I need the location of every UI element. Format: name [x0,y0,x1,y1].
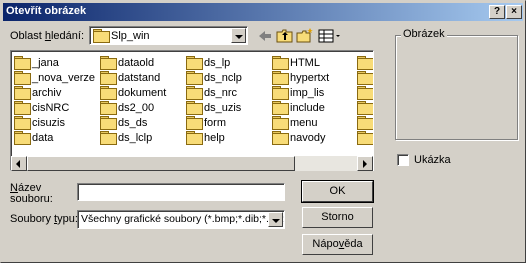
file-list[interactable]: _jana _nova_verze archiv cisNRC cisuzis … [10,50,374,171]
folder-icon [14,71,31,85]
file-type-value: Všechny grafické soubory (*.bmp;*.dib;*.… [81,213,285,225]
folder-icon [100,131,117,145]
folder-icon [93,29,110,43]
folder-icon [272,56,289,70]
title-bar: Otevřít obrázek ? × [3,3,523,21]
chevron-down-icon[interactable] [268,212,283,227]
look-in-value: Slp_win [111,30,150,42]
view-menu-icon[interactable] [318,27,342,45]
list-item[interactable]: HTML [272,56,320,71]
help-button[interactable]: Nápověda [302,234,373,255]
list-item[interactable]: p [357,56,373,71]
file-name-label: Název souboru: [10,182,53,205]
look-in-label: Oblast hledání: [10,30,85,42]
list-item[interactable]: hypertxt [272,71,329,86]
list-item[interactable]: _jana [14,56,59,71]
list-item[interactable]: _nova_verze [14,71,95,86]
preview-checkbox[interactable] [397,154,409,166]
folder-icon [14,86,31,100]
folder-icon [357,101,373,115]
list-item[interactable]: cisNRC [14,101,69,116]
folder-icon [357,131,373,145]
scroll-right-icon[interactable] [357,156,373,171]
up-folder-icon[interactable] [276,27,294,45]
folder-icon [272,71,289,85]
folder-icon [272,101,289,115]
list-item[interactable]: cisuzis [14,116,65,131]
folder-icon [186,101,203,115]
ok-button[interactable]: OK [301,180,374,203]
cancel-button[interactable]: Storno [302,207,373,228]
open-image-dialog: Otevřít obrázek ? × Oblast hledání: Slp_… [0,0,526,263]
folder-icon [186,131,203,145]
list-item[interactable]: dokument [100,86,166,101]
folder-icon [14,56,31,70]
list-item[interactable]: ds_lp [186,56,230,71]
list-item[interactable]: datstand [100,71,160,86]
chevron-down-icon[interactable] [231,28,246,43]
folder-icon [357,71,373,85]
horizontal-scrollbar[interactable] [11,156,373,171]
list-item[interactable]: data [14,131,53,146]
folder-icon [272,116,289,130]
list-item[interactable]: ds2_00 [100,101,154,116]
list-item[interactable]: include [272,101,325,116]
list-item[interactable]: menu [272,116,318,131]
close-button[interactable]: × [506,5,522,19]
list-item[interactable]: navody [272,131,325,146]
folder-icon [100,101,117,115]
list-item[interactable]: ds_uzis [186,101,241,116]
folder-icon [186,86,203,100]
folder-icon [357,116,373,130]
folder-icon [100,56,117,70]
folder-icon [186,116,203,130]
list-item[interactable]: t [357,131,373,146]
folder-icon [357,86,373,100]
folder-icon [272,86,289,100]
folder-icon [100,71,117,85]
list-item[interactable]: ds_ds [100,116,147,131]
back-icon[interactable] [256,27,274,45]
list-item[interactable]: help [186,131,225,146]
folder-icon [14,116,31,130]
file-type-label: Soubory typu: [10,213,78,225]
preview-group-label: Obrázek [401,28,447,40]
file-name-input[interactable] [77,183,285,201]
preview-checkbox-label[interactable]: Ukázka [414,154,451,166]
list-item[interactable]: r [357,86,373,101]
folder-icon [357,56,373,70]
list-item[interactable]: p [357,71,373,86]
scroll-left-icon[interactable] [11,156,27,171]
list-item[interactable]: imp_lis [272,86,324,101]
help-title-button[interactable]: ? [489,5,505,19]
list-item[interactable]: dataold [100,56,154,71]
preview-groupbox [395,35,518,140]
list-item[interactable]: ds_nrc [186,86,237,101]
folder-icon [186,71,203,85]
file-type-dropdown[interactable]: Všechny grafické soubory (*.bmp;*.dib;*.… [77,210,285,229]
list-item[interactable]: r [357,101,373,116]
folder-icon [272,131,289,145]
scroll-thumb[interactable] [27,156,295,171]
folder-icon [100,116,117,130]
list-item[interactable]: ds_lclp [100,131,152,146]
new-folder-icon[interactable] [296,27,314,45]
folder-icon [14,131,31,145]
folder-icon [100,86,117,100]
list-item[interactable]: form [186,116,226,131]
list-item[interactable]: ds_nclp [186,71,242,86]
dialog-title: Otevřít obrázek [6,5,87,17]
folder-icon [186,56,203,70]
folder-icon [14,101,31,115]
list-item[interactable]: s [357,116,373,131]
list-item[interactable]: archiv [14,86,61,101]
look-in-dropdown[interactable]: Slp_win [89,26,248,45]
